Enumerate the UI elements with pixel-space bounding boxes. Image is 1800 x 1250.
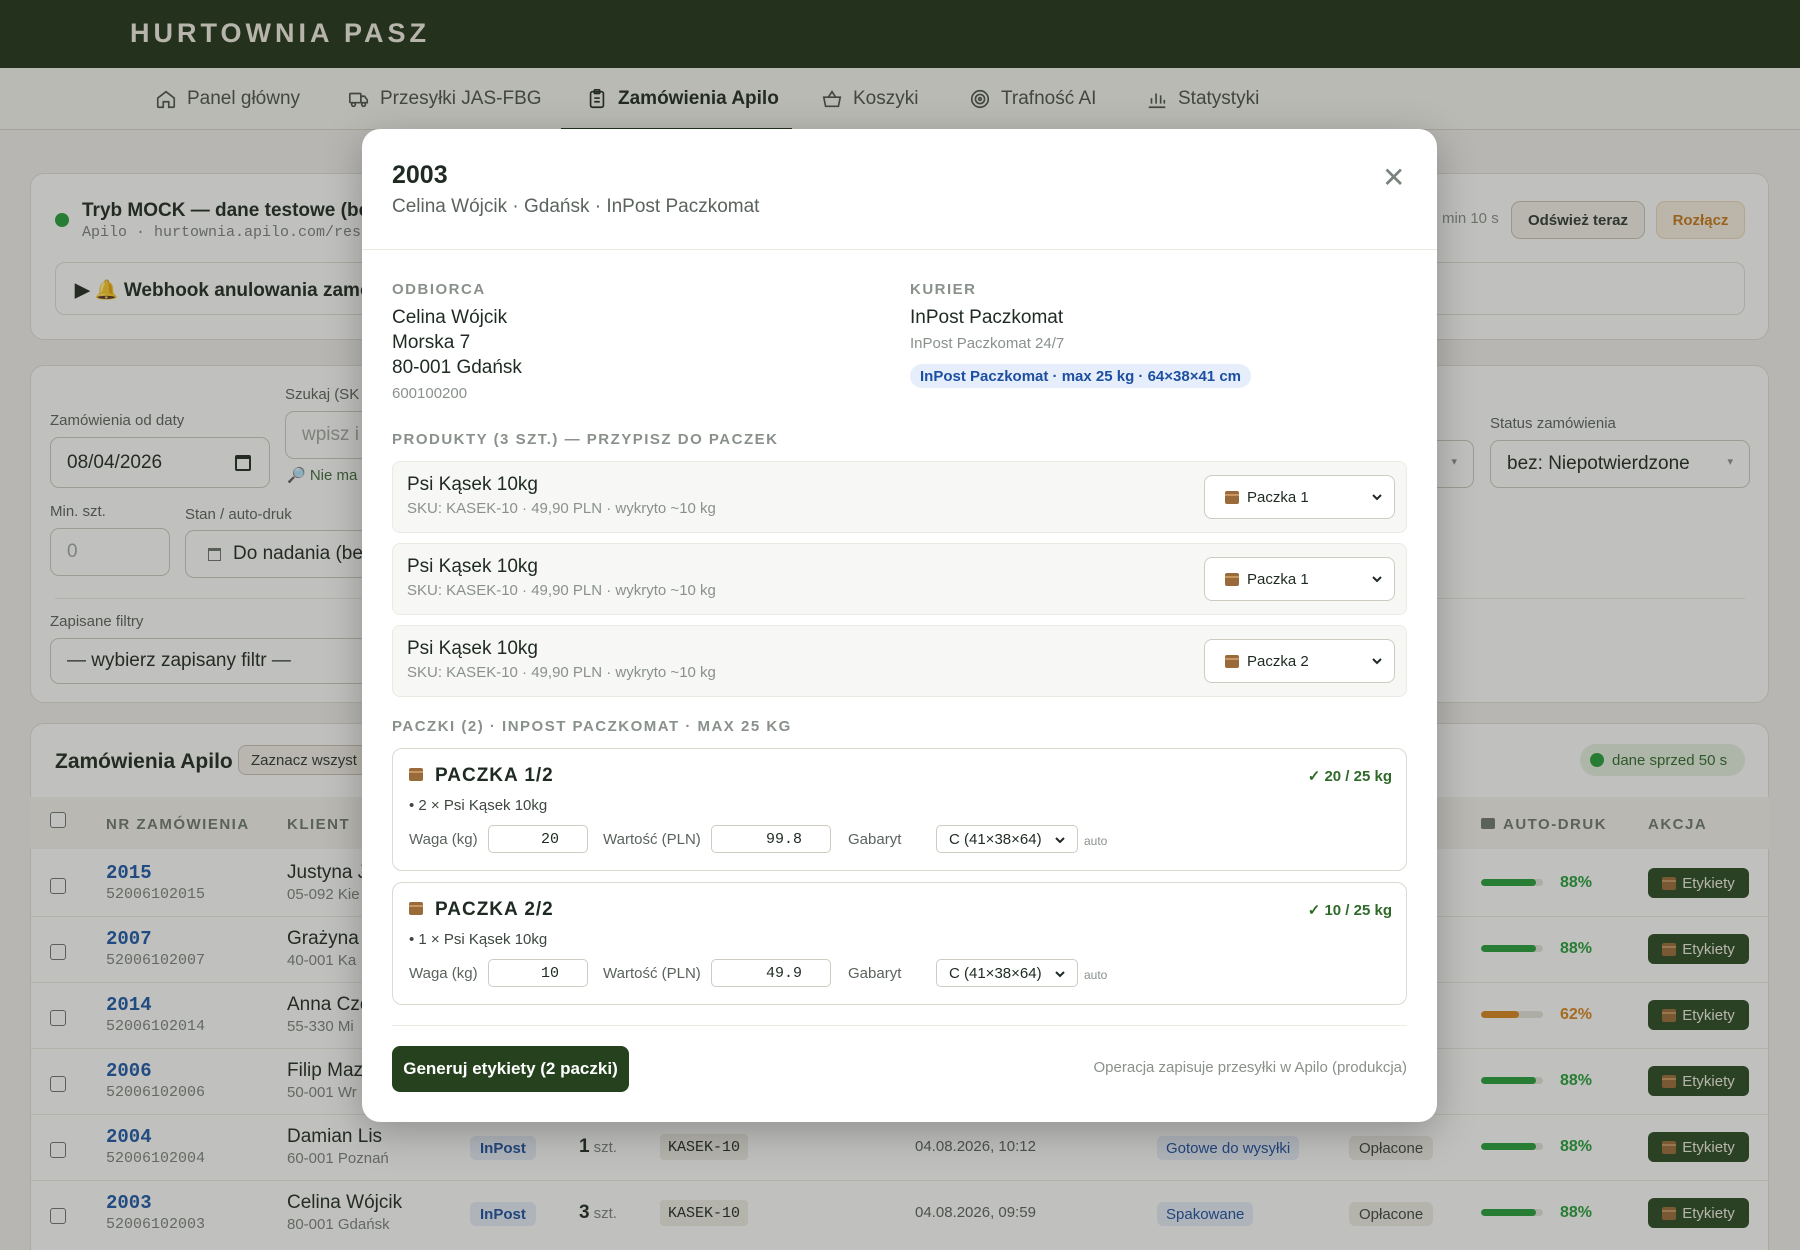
product-row: Psi Kąsek 10kg SKU: KASEK-10 · 49,90 PLN… (392, 625, 1407, 697)
recipient-phone: 600100200 (392, 385, 468, 402)
size-select[interactable]: C (41×38×64) (936, 959, 1078, 987)
product-name: Psi Kąsek 10kg (407, 556, 538, 577)
modal-subtitle: Celina Wójcik · Gdańsk · InPost Paczkoma… (392, 196, 760, 217)
package-title: PACZKA 2/2 (435, 899, 554, 920)
order-modal: 2003 Celina Wójcik · Gdańsk · InPost Pac… (362, 129, 1437, 1122)
chevron-down-icon (1055, 971, 1065, 978)
size-auto-note: auto (1084, 834, 1108, 848)
box-icon (409, 768, 423, 781)
package-select-value: Paczka 1 (1247, 570, 1309, 588)
footer-note: Operacja zapisuje przesyłki w Apilo (pro… (1093, 1059, 1407, 1076)
size-label: Gabaryt (848, 831, 902, 848)
modal-title: 2003 (392, 161, 448, 189)
product-name: Psi Kąsek 10kg (407, 474, 538, 495)
recipient-caption: ODBIORCA (392, 281, 486, 298)
package-weight-status: ✓ 20 / 25 kg (1307, 768, 1392, 785)
courier-service: InPost Paczkomat 24/7 (910, 335, 1065, 352)
package-weight-status: ✓ 10 / 25 kg (1307, 902, 1392, 919)
close-icon[interactable]: ✕ (1382, 161, 1405, 194)
value-input[interactable]: 99.8 (711, 825, 831, 853)
chevron-down-icon (1372, 494, 1382, 501)
courier-caption: KURIER (910, 281, 977, 298)
size-value: C (41×38×64) (949, 964, 1042, 982)
product-meta: SKU: KASEK-10 · 49,90 PLN · wykryto ~10 … (407, 664, 716, 681)
box-icon (409, 902, 423, 915)
weight-label: Waga (kg) (409, 831, 478, 848)
weight-label: Waga (kg) (409, 965, 478, 982)
package-select[interactable]: Paczka 1 (1204, 557, 1395, 601)
recipient-name: Celina Wójcik (392, 307, 508, 328)
package-select-value: Paczka 2 (1247, 652, 1309, 670)
package-items: • 1 × Psi Kąsek 10kg (409, 931, 548, 948)
box-icon (1225, 572, 1239, 586)
products-caption: PRODUKTY (3 SZT.) — PRZYPISZ DO PACZEK (392, 431, 779, 448)
package-select[interactable]: Paczka 1 (1204, 475, 1395, 519)
product-meta: SKU: KASEK-10 · 49,90 PLN · wykryto ~10 … (407, 500, 716, 517)
chevron-down-icon (1372, 658, 1382, 665)
product-row: Psi Kąsek 10kg SKU: KASEK-10 · 49,90 PLN… (392, 461, 1407, 533)
recipient-street: Morska 7 (392, 332, 471, 353)
packages-caption: PACZKI (2) · INPOST PACZKOMAT · MAX 25 K… (392, 718, 792, 735)
value-label: Wartość (PLN) (603, 831, 701, 848)
size-select[interactable]: C (41×38×64) (936, 825, 1078, 853)
package-card: PACZKA 1/2 ✓ 20 / 25 kg • 2 × Psi Kąsek … (392, 748, 1407, 871)
recipient-city: 80-001 Gdańsk (392, 357, 522, 378)
weight-input[interactable]: 10 (488, 959, 588, 987)
package-items: • 2 × Psi Kąsek 10kg (409, 797, 548, 814)
courier-limits-badge: InPost Paczkomat · max 25 kg · 64×38×41 … (910, 364, 1251, 388)
modal-footer-divider (392, 1025, 1407, 1026)
chevron-down-icon (1055, 837, 1065, 844)
box-icon (1225, 490, 1239, 504)
product-row: Psi Kąsek 10kg SKU: KASEK-10 · 49,90 PLN… (392, 543, 1407, 615)
package-card: PACZKA 2/2 ✓ 10 / 25 kg • 1 × Psi Kąsek … (392, 882, 1407, 1005)
courier-name: InPost Paczkomat (910, 307, 1064, 328)
product-name: Psi Kąsek 10kg (407, 638, 538, 659)
modal-header-divider (362, 249, 1437, 250)
package-select[interactable]: Paczka 2 (1204, 639, 1395, 683)
box-icon (1225, 654, 1239, 668)
package-select-value: Paczka 1 (1247, 488, 1309, 506)
value-label: Wartość (PLN) (603, 965, 701, 982)
generate-labels-button[interactable]: Generuj etykiety (2 paczki) (392, 1046, 629, 1092)
package-title: PACZKA 1/2 (435, 765, 554, 786)
product-meta: SKU: KASEK-10 · 49,90 PLN · wykryto ~10 … (407, 582, 716, 599)
chevron-down-icon (1372, 576, 1382, 583)
weight-input[interactable]: 20 (488, 825, 588, 853)
size-value: C (41×38×64) (949, 830, 1042, 848)
value-input[interactable]: 49.9 (711, 959, 831, 987)
size-label: Gabaryt (848, 965, 902, 982)
size-auto-note: auto (1084, 968, 1108, 982)
